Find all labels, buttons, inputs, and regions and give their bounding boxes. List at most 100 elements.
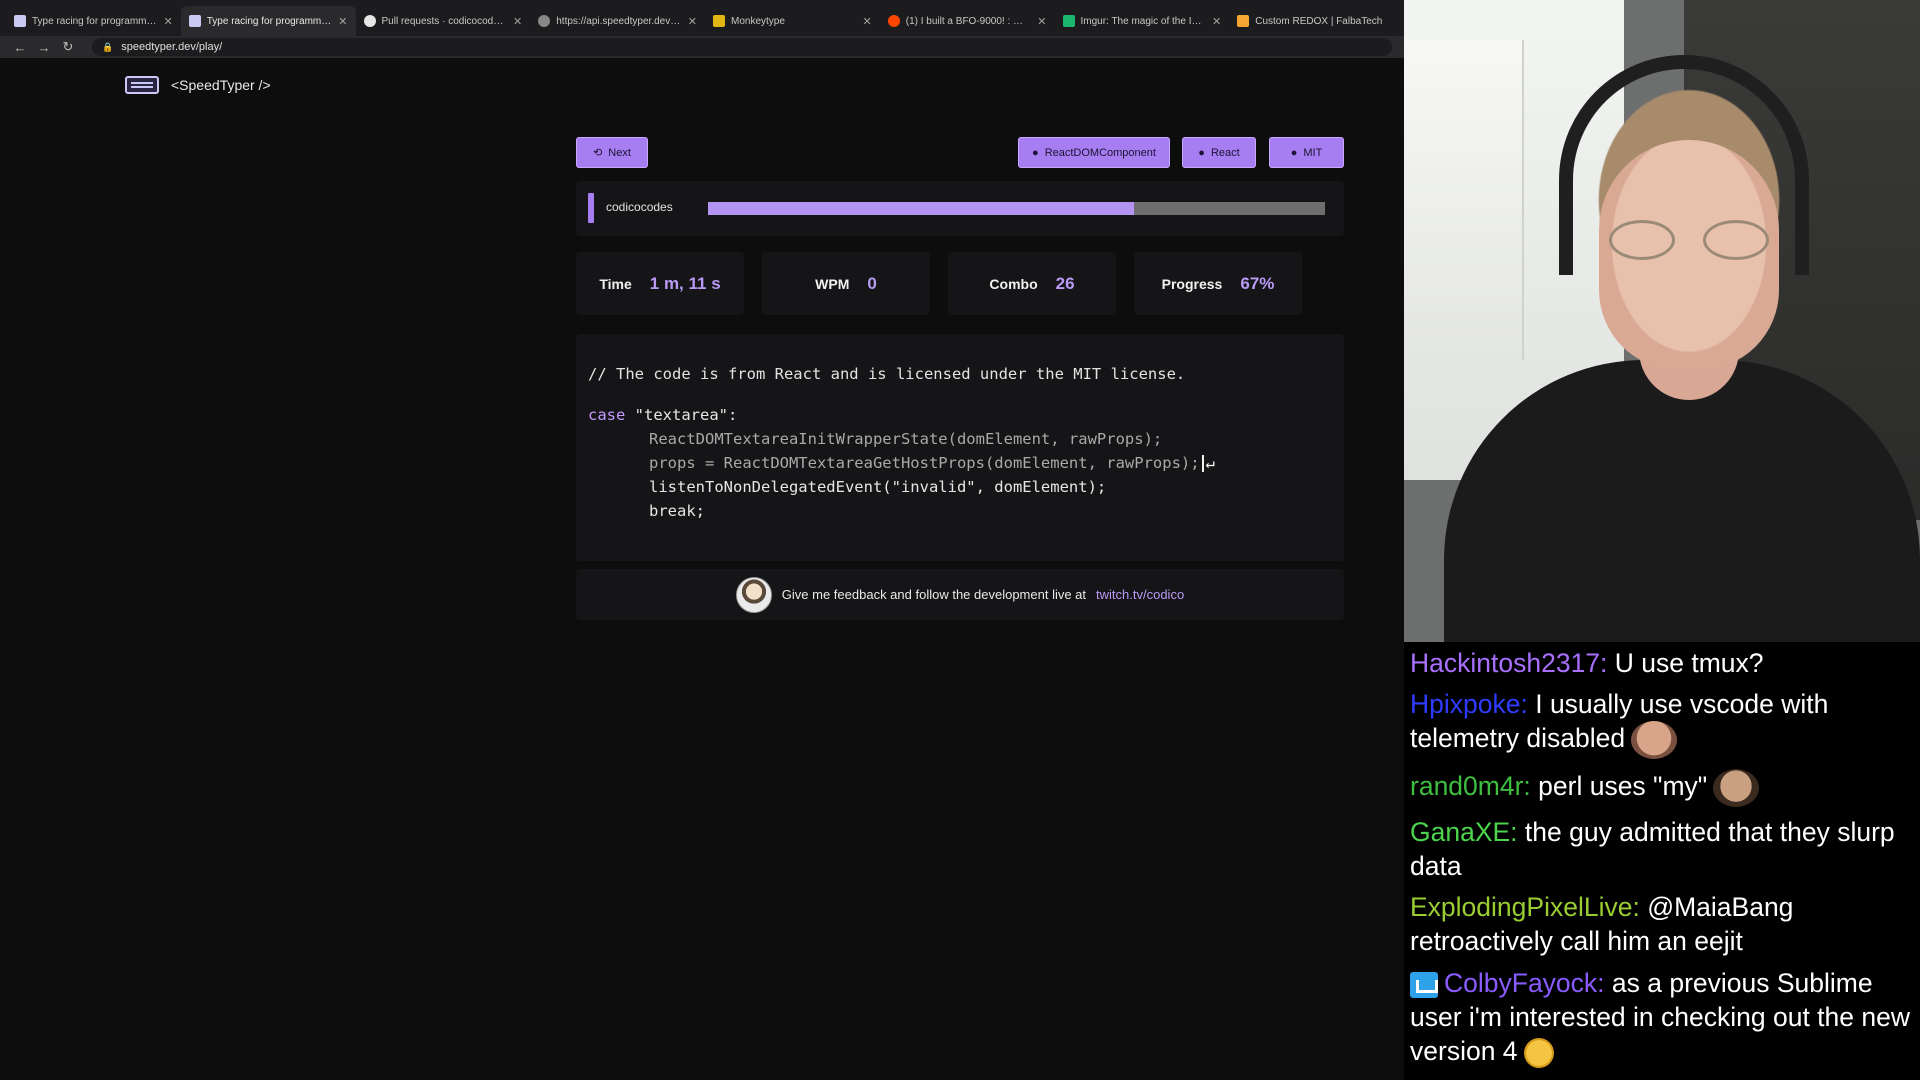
code-line-typed: ReactDOMTextareaInitWrapperState(domElem… (649, 430, 1163, 448)
close-icon[interactable]: ✕ (338, 15, 347, 28)
tab-title: Type racing for programmers. (32, 15, 158, 27)
feedback-banner: Give me feedback and follow the developm… (576, 569, 1344, 620)
tab-bar: Type racing for programmers. ✕ Type racin… (0, 0, 1404, 36)
thinking-emoji-icon (1523, 1038, 1554, 1068)
chat-text: U use tmux? (1614, 648, 1764, 678)
twitch-link[interactable]: twitch.tv/codico (1096, 587, 1184, 602)
chat-message: Hpixpoke: I usually use vscode with tele… (1410, 687, 1920, 759)
tab[interactable]: Type racing for programmers. ✕ (6, 6, 181, 36)
tab-title: Type racing for programmers. (206, 15, 333, 27)
close-icon[interactable]: ✕ (688, 15, 697, 28)
chat-username: Hpixpoke: (1410, 689, 1528, 719)
lock-icon: 🔒 (102, 41, 114, 52)
close-icon[interactable]: ✕ (863, 15, 872, 28)
github-icon: ● (1290, 146, 1298, 159)
tab[interactable]: Custom REDOX | FalbaTech (1229, 6, 1404, 36)
browser-window: Type racing for programmers. ✕ Type racin… (0, 0, 1404, 1080)
monkeytype-favicon-icon (713, 15, 725, 27)
back-arrow-icon[interactable]: ← (8, 40, 32, 55)
progress-stat: Progress 67% (1134, 252, 1302, 315)
feedback-text: Give me feedback and follow the developm… (781, 587, 1087, 602)
logo[interactable]: <SpeedTyper /> (125, 76, 271, 94)
chat-username: Hackintosh2317: (1410, 648, 1608, 678)
time-value: 1 m, 11 s (649, 273, 721, 293)
emote-icon (1631, 721, 1678, 759)
tab-title: Monkeytype (731, 15, 785, 27)
tab-title: Custom REDOX | FalbaTech (1255, 15, 1383, 27)
speedtyper-page: <SpeedTyper /> ⟲ Next ● ReactDOMComponent … (0, 58, 1404, 1080)
racer-indicator (588, 193, 594, 223)
wpm-value: 0 (867, 273, 877, 293)
code-line: listenToNonDelegatedEvent("invalid", dom… (649, 478, 1107, 496)
code-text: "textarea": (625, 406, 738, 424)
globe-favicon-icon (538, 15, 551, 27)
combo-label: Combo (989, 275, 1038, 292)
emote-icon (1713, 769, 1760, 807)
subscriber-badge-icon (1410, 972, 1438, 998)
keyboard-logo-icon (125, 76, 159, 94)
next-button-label: Next (608, 146, 631, 159)
tab-title: (1) I built a BFO-9000! : Mecha (905, 15, 1032, 27)
speedtyper-favicon-icon (188, 15, 201, 27)
close-icon[interactable]: ✕ (1212, 15, 1221, 28)
chat-message: ExplodingPixelLive: @MaiaBang retroactiv… (1410, 890, 1920, 958)
tab-title: https://api.speedtyper.dev/ana (556, 15, 682, 27)
next-button[interactable]: ⟲ Next (576, 137, 648, 168)
webcam-feed (1404, 0, 1920, 642)
address-bar: ← → ↻ 🔒 speedtyper.dev/play/ (0, 36, 1404, 58)
repo-label: React (1210, 146, 1240, 159)
code-line: break; (649, 502, 705, 520)
license-label: MIT (1303, 146, 1323, 159)
code-line-current: props = ReactDOMTextareaGetHostProps(dom… (588, 454, 1215, 472)
chat-username: rand0m4r: (1410, 771, 1531, 801)
chat-username: ExplodingPixelLive: (1410, 892, 1640, 922)
time-stat: Time 1 m, 11 s (576, 252, 744, 315)
tab[interactable]: Pull requests · codicocodes/sp ✕ (356, 6, 531, 36)
chat-message: GanaXE: the guy admitted that they slurp… (1410, 815, 1920, 883)
chat-message: rand0m4r: perl uses "my" (1410, 769, 1920, 807)
code-comment: // The code is from React and is license… (588, 365, 1186, 383)
progress-label: Progress (1161, 275, 1223, 292)
webcam-fridge (1404, 40, 1524, 360)
component-label: ReactDOMComponent (1044, 146, 1156, 159)
chat-overlay: Hackintosh2317: U use tmux? Hpixpoke: I … (1404, 642, 1920, 1080)
race-progress-bar (708, 202, 1325, 215)
tab[interactable]: (1) I built a BFO-9000! : Mecha ✕ (880, 6, 1055, 36)
code-area[interactable]: // The code is from React and is license… (576, 334, 1344, 561)
tab[interactable]: https://api.speedtyper.dev/ana ✕ (530, 6, 705, 36)
repo-link-button[interactable]: ● React (1182, 137, 1256, 168)
racer-name: codicocodes (606, 200, 673, 214)
component-link-button[interactable]: ● ReactDOMComponent (1018, 137, 1170, 168)
chat-message: ColbyFayock: as a previous Sublime user … (1410, 966, 1920, 1068)
race-progress-fill (708, 202, 1134, 215)
text-caret (1201, 455, 1204, 472)
falbatech-favicon-icon (1237, 15, 1250, 27)
avatar (735, 576, 772, 613)
tab-title: Pull requests · codicocodes/sp (381, 15, 508, 27)
license-link-button[interactable]: ● MIT (1269, 137, 1344, 168)
forward-arrow-icon[interactable]: → (32, 40, 56, 55)
tab-active[interactable]: Type racing for programmers. ✕ (180, 6, 356, 36)
tab[interactable]: Monkeytype ✕ (705, 6, 880, 36)
combo-value: 26 (1055, 273, 1075, 293)
time-label: Time (599, 275, 632, 292)
chat-username: ColbyFayock: (1444, 968, 1605, 998)
reddit-favicon-icon (887, 15, 900, 27)
screen: Type racing for programmers. ✕ Type racin… (0, 0, 1920, 1080)
github-favicon-icon (363, 15, 376, 27)
github-icon: ● (1032, 146, 1039, 159)
wpm-label: WPM (815, 275, 850, 292)
progress-value: 67% (1240, 273, 1275, 293)
close-icon[interactable]: ✕ (1037, 15, 1046, 28)
tab[interactable]: Imgur: The magic of the Intern ✕ (1055, 6, 1230, 36)
tab-title: Imgur: The magic of the Intern (1080, 15, 1207, 27)
close-icon[interactable]: ✕ (164, 15, 173, 28)
reload-icon[interactable]: ↻ (56, 39, 80, 55)
close-icon[interactable]: ✕ (513, 15, 522, 28)
enter-icon: ↵ (1205, 454, 1215, 472)
chat-text: perl uses "my" (1538, 771, 1708, 801)
logo-text: <SpeedTyper /> (171, 77, 271, 93)
wpm-stat: WPM 0 (762, 252, 930, 315)
url-text: speedtyper.dev/play/ (121, 41, 223, 53)
url-field[interactable]: 🔒 speedtyper.dev/play/ (92, 38, 1392, 56)
